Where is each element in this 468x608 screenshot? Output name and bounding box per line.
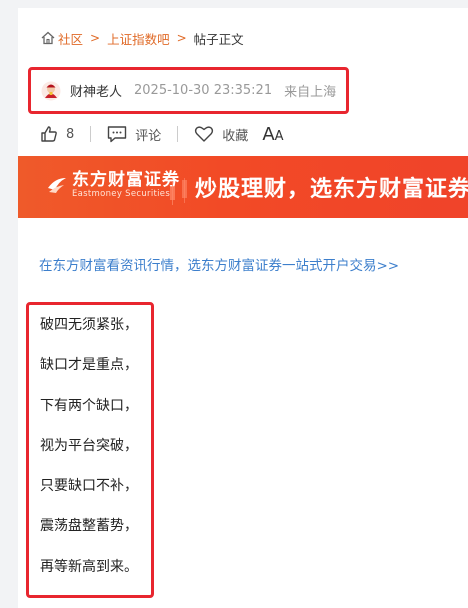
like-button[interactable]: 8: [40, 125, 74, 143]
favorite-label: 收藏: [222, 128, 249, 144]
account-promo-link[interactable]: 在东方财富看资讯行情，选东方财富证券一站式开户交易>>: [39, 254, 399, 274]
post-timestamp: 2025-10-30 23:35:21: [134, 83, 273, 98]
avatar[interactable]: [41, 81, 61, 101]
breadcrumb-separator: >: [90, 31, 101, 45]
brand-name-en: Eastmoney Securities: [72, 189, 171, 199]
ad-banner[interactable]: 东方财富证券 Eastmoney Securities 炒股理财，选东方财富证券: [18, 156, 468, 218]
post-card: 社区 > 上证指数吧 > 帖子正文 财神老人 2025-10-30 23:35:…: [18, 8, 468, 608]
like-count: 8: [66, 126, 75, 142]
breadcrumb-sse-index-forum[interactable]: 上证指数吧: [107, 29, 170, 48]
post-line: 视为平台突破，: [40, 437, 138, 454]
thumbs-up-icon: [41, 126, 57, 142]
divider: [177, 126, 179, 142]
divider: [90, 126, 92, 142]
post-body: 破四无须紧张， 缺口才是重点， 下有两个缺口， 视为平台突破， 只要缺口不补， …: [26, 302, 154, 598]
font-size-toggle[interactable]: AA: [262, 124, 283, 145]
comment-icon: [108, 126, 127, 143]
breadcrumb-community[interactable]: 社区: [58, 29, 83, 48]
post-line: 下有两个缺口，: [40, 397, 138, 414]
comment-label: 评论: [135, 128, 162, 144]
post-line: 震荡盘整蓄势，: [40, 518, 138, 535]
comment-button[interactable]: 评论: [107, 125, 161, 144]
brand-logo: 东方财富证券 Eastmoney Securities: [46, 171, 180, 199]
breadcrumb-separator: >: [176, 31, 187, 45]
post-line: 缺口才是重点，: [40, 357, 138, 374]
home-icon[interactable]: [40, 30, 56, 46]
favorite-button[interactable]: 收藏: [194, 125, 248, 144]
heart-icon: [195, 126, 214, 142]
font-size-large: A: [262, 123, 275, 145]
eastmoney-logo-icon: [48, 178, 66, 193]
font-size-small: A: [274, 128, 284, 144]
breadcrumb-current: 帖子正文: [193, 31, 244, 47]
author-name[interactable]: 财神老人: [70, 81, 122, 100]
breadcrumb: 社区 > 上证指数吧 > 帖子正文: [40, 28, 244, 48]
author-info: 财神老人 2025-10-30 23:35:21 来自上海: [28, 67, 349, 114]
banner-slogan: 炒股理财，选东方财富证券: [195, 177, 468, 202]
post-line: 再等新高到来。: [40, 558, 138, 575]
post-line: 破四无须紧张，: [40, 317, 138, 333]
post-location: 来自上海: [284, 85, 337, 100]
candlestick-decoration-icon: [170, 178, 187, 205]
post-actions: 8 评论 收藏 AA: [40, 122, 284, 146]
post-line: 只要缺口不补，: [40, 478, 138, 495]
brand-name: 东方财富证券: [72, 170, 180, 190]
